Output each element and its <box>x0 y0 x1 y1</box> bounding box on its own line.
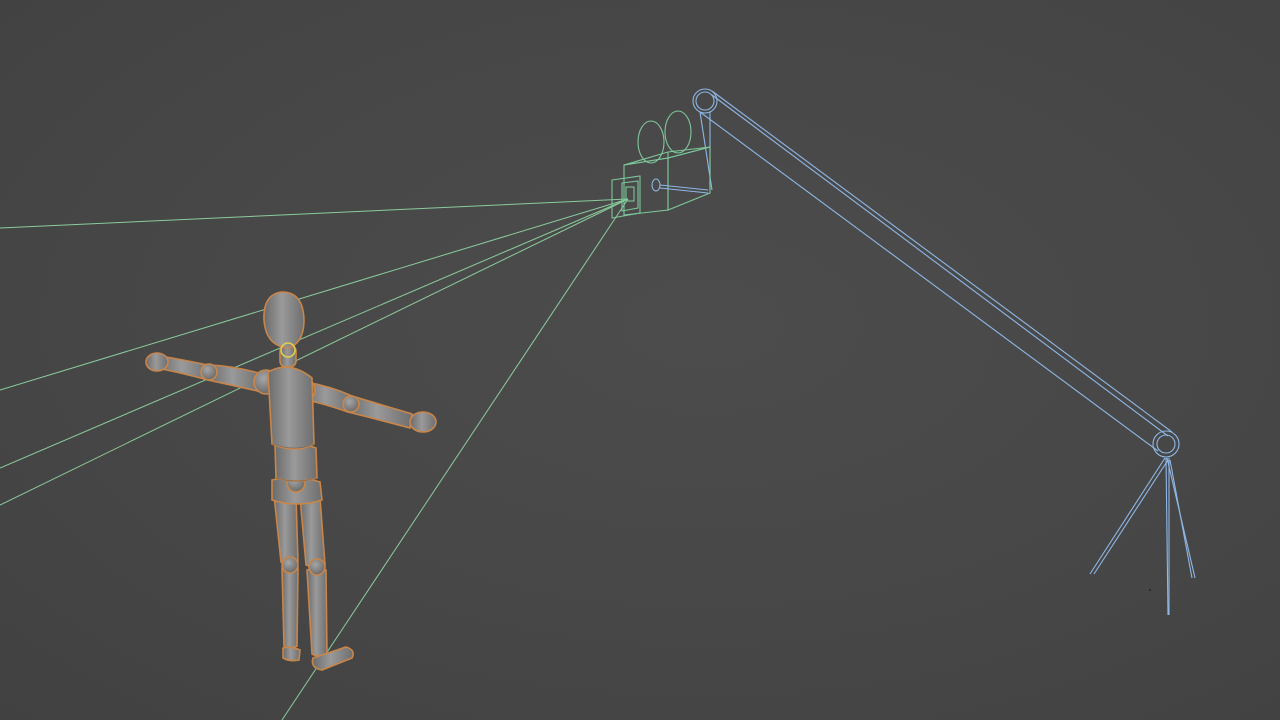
mannequin-figure[interactable] <box>145 291 437 671</box>
tripod-ground-dot <box>1149 589 1151 591</box>
frustum-line-bottom <box>281 198 629 720</box>
camera-crane[interactable] <box>692 88 1196 616</box>
camera-body-top <box>623 146 711 166</box>
mannequin-shin-right <box>306 567 328 657</box>
mannequin-shin-left <box>281 565 299 649</box>
mannequin-foot-left <box>282 646 301 662</box>
mannequin-head <box>263 291 305 349</box>
mannequin-knee-left <box>281 556 299 574</box>
crane-boom-upper <box>711 90 1173 433</box>
crane-base-pivot-inner <box>1156 434 1176 454</box>
tripod-leg-right-inner <box>1169 459 1193 579</box>
camera-reel-back <box>664 110 692 154</box>
frustum-line-upper <box>0 198 629 391</box>
mannequin-elbow-left <box>200 363 218 381</box>
crane-boom-lower <box>699 111 1159 452</box>
3d-viewport[interactable] <box>0 0 1280 720</box>
mannequin-hand-right <box>409 411 437 433</box>
scene-canvas[interactable] <box>0 0 1280 720</box>
camera-body-side <box>667 146 711 211</box>
crane-boom-edge <box>711 94 1169 437</box>
tripod-leg-center <box>1165 457 1169 616</box>
tripod-leg-left <box>1089 457 1166 575</box>
frustum-line-top <box>0 198 629 229</box>
mannequin-knee-right <box>308 558 326 576</box>
mannequin-elbow-right <box>342 395 360 413</box>
mannequin-thigh-right <box>299 494 326 568</box>
camera-mount <box>651 178 661 192</box>
camera-object[interactable] <box>611 110 711 219</box>
crane-top-pivot-inner <box>695 91 715 111</box>
mannequin-hand-left <box>145 352 169 372</box>
tripod-leg-left-inner <box>1093 459 1169 575</box>
mannequin-chest <box>267 366 315 450</box>
